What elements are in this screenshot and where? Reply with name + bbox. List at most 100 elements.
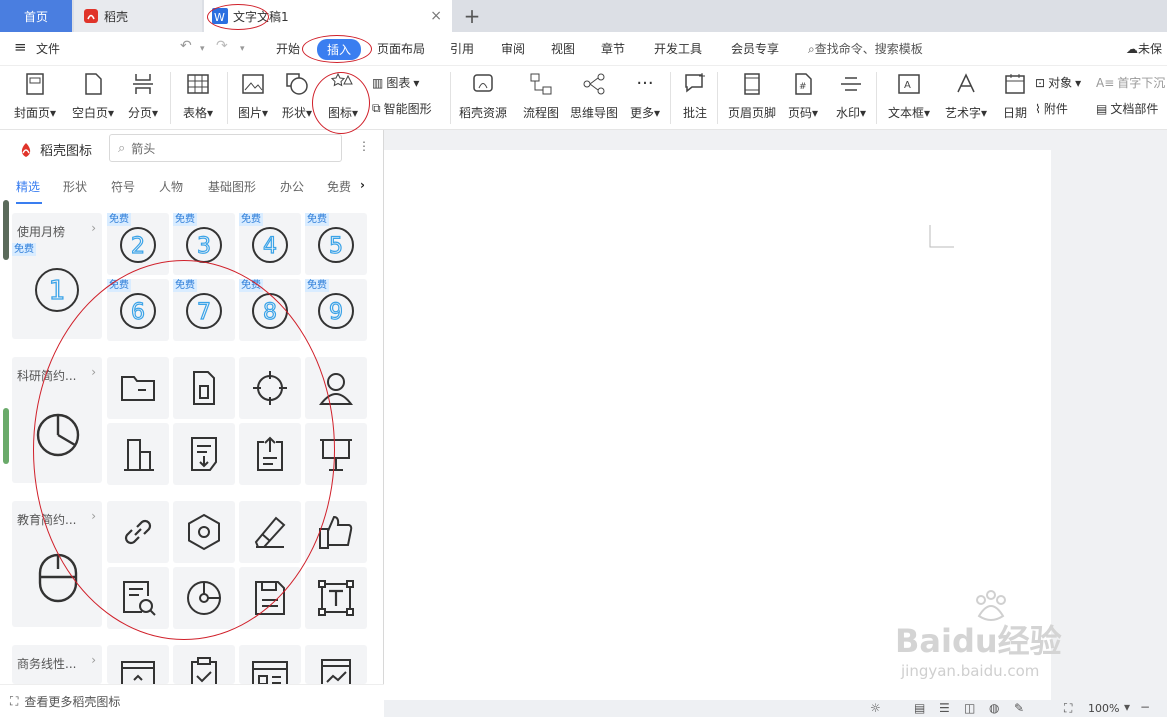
icon-cell[interactable] (107, 357, 169, 419)
zoom-dropdown-icon[interactable]: ▾ (1124, 700, 1130, 714)
menu-insert[interactable]: 插入 (317, 39, 362, 60)
page-number-button[interactable]: # 页码▾ (778, 70, 828, 121)
icon-cell[interactable] (305, 645, 367, 684)
panel-footer[interactable]: ⛶ 查看更多稻壳图标 (0, 684, 384, 717)
icon-cell[interactable] (107, 423, 169, 485)
category-tab-office[interactable]: 办公 (280, 178, 304, 195)
more-button[interactable]: ··· 更多▾ (620, 70, 670, 121)
mindmap-button[interactable]: 思维导图 (567, 70, 621, 121)
page-break-button[interactable]: 分页▾ (118, 70, 168, 121)
menu-home[interactable]: 开始 (276, 40, 300, 57)
icon-cell[interactable] (107, 567, 169, 629)
group-monthly-top[interactable]: 使用月榜 › 免费 1 (12, 213, 102, 339)
category-tab-featured[interactable]: 精选 (16, 178, 40, 195)
icon-button[interactable]: 图标▾ (318, 70, 368, 121)
table-button[interactable]: 表格▾ (173, 70, 223, 121)
undo-dropdown-icon[interactable]: ▾ (200, 44, 205, 54)
command-search[interactable]: ⌕查找命令、搜索模板 (808, 40, 923, 57)
icon-cell[interactable] (305, 501, 367, 563)
menu-review[interactable]: 审阅 (501, 40, 525, 57)
menu-page-layout[interactable]: 页面布局 (377, 40, 425, 57)
textbox-button[interactable]: A 文本框▾ (884, 70, 934, 121)
icon-cell[interactable] (107, 645, 169, 684)
page-view-icon[interactable]: ▤ (914, 701, 925, 715)
category-tab-symbol[interactable]: 符号 (111, 178, 135, 195)
icon-cell[interactable] (305, 567, 367, 629)
tab-home[interactable]: 首页 (0, 0, 72, 32)
watermark-button[interactable]: 水印▾ (826, 70, 876, 121)
menu-member[interactable]: 会员专享 (731, 40, 779, 57)
category-tab-people[interactable]: 人物 (159, 178, 183, 195)
fit-width-icon[interactable]: ⛶ (1064, 701, 1072, 716)
icon-cell[interactable] (173, 423, 235, 485)
more-icons-link[interactable]: 查看更多稻壳图标 (24, 693, 120, 710)
date-button[interactable]: 日期 (990, 70, 1040, 121)
category-tab-basic-shapes[interactable]: 基础图形 (208, 178, 256, 195)
icon-cell[interactable] (173, 501, 235, 563)
number-icon-cell[interactable]: 免费 5 (305, 213, 367, 275)
panel-more-icon[interactable]: ⋮ (358, 139, 370, 153)
category-scroll-right-icon[interactable]: › (360, 178, 365, 192)
cloud-account[interactable]: ☁未保 (1126, 40, 1162, 57)
category-tab-free[interactable]: 免费 (327, 178, 351, 195)
object-button[interactable]: ⊡ 对象 ▾ (1035, 74, 1081, 91)
icon-cell[interactable] (239, 501, 301, 563)
quick-access-dropdown-icon[interactable]: ▾ (240, 44, 245, 54)
attachment-button[interactable]: ⌇ 附件 (1035, 100, 1068, 117)
icon-cell[interactable] (173, 567, 235, 629)
number-icon-cell[interactable]: 免费 6 (107, 279, 169, 341)
blank-page-button[interactable]: 空白页▾ (68, 70, 118, 121)
menu-developer[interactable]: 开发工具 (654, 40, 702, 57)
icon-cell[interactable] (239, 357, 301, 419)
shape-button[interactable]: 形状▾ (272, 70, 322, 121)
icon-cell[interactable] (173, 645, 235, 684)
icon-cell[interactable] (173, 357, 235, 419)
number-icon-cell[interactable]: 免费 8 (239, 279, 301, 341)
number-icon-cell[interactable]: 免费 2 (107, 213, 169, 275)
hamburger-icon[interactable]: ≡ (14, 38, 27, 56)
menu-view[interactable]: 视图 (551, 40, 575, 57)
number-icon-cell[interactable]: 免费 9 (305, 279, 367, 341)
focus-mode-icon[interactable]: ☼ (870, 701, 881, 715)
menu-file[interactable]: 文件 (36, 40, 60, 57)
menu-references[interactable]: 引用 (450, 40, 474, 57)
daoke-resources-button[interactable]: 稻壳资源 (457, 70, 509, 121)
picture-button[interactable]: 图片▾ (228, 70, 278, 121)
smart-art-button[interactable]: ⧉ 智能图形 (372, 100, 432, 117)
panel-scrollbar-thumb[interactable] (3, 408, 9, 464)
icon-search-input[interactable]: ⌕ 箭头 (109, 134, 342, 162)
category-tab-shape[interactable]: 形状 (63, 178, 87, 195)
close-tab-icon[interactable]: × (430, 8, 442, 24)
drop-cap-button[interactable]: A≡ 首字下沉 (1096, 74, 1165, 91)
tab-document[interactable]: W 文字文稿1 × (204, 0, 452, 32)
icon-cell[interactable] (239, 645, 301, 684)
menu-section[interactable]: 章节 (601, 40, 625, 57)
panel-resize-handle[interactable] (3, 200, 9, 260)
write-view-icon[interactable]: ✎ (1014, 701, 1024, 715)
icon-cell[interactable] (239, 423, 301, 485)
wordart-button[interactable]: 艺术字▾ (941, 70, 991, 121)
tab-daoke[interactable]: 稻壳 (74, 0, 202, 32)
group-education-simple[interactable]: 教育简约... › (12, 501, 102, 627)
reading-view-icon[interactable]: ◫ (964, 701, 975, 715)
flowchart-button[interactable]: 流程图 (516, 70, 566, 121)
number-icon-cell[interactable]: 免费 7 (173, 279, 235, 341)
zoom-level[interactable]: 100% (1088, 702, 1119, 715)
group-research-simple[interactable]: 科研简约... › (12, 357, 102, 483)
icon-cell[interactable] (305, 423, 367, 485)
web-view-icon[interactable]: ◍ (989, 701, 999, 715)
new-tab-button[interactable]: + (460, 0, 484, 32)
document-parts-button[interactable]: ▤ 文档部件 (1096, 100, 1158, 117)
undo-icon[interactable]: ↶ (180, 38, 192, 54)
cover-page-button[interactable]: 封面页▾ (10, 70, 60, 121)
icon-cell[interactable] (239, 567, 301, 629)
redo-icon[interactable]: ↷ (216, 38, 228, 54)
number-icon-cell[interactable]: 免费 4 (239, 213, 301, 275)
header-footer-button[interactable]: 页眉页脚 (724, 70, 780, 121)
group-business-linear[interactable]: 商务线性... › (12, 645, 102, 684)
comment-button[interactable]: 批注 (670, 70, 720, 121)
icon-cell[interactable] (305, 357, 367, 419)
chart-button[interactable]: ▥ 图表 ▾ (372, 74, 419, 91)
zoom-out-icon[interactable]: − (1140, 700, 1150, 714)
number-icon-cell[interactable]: 免费 3 (173, 213, 235, 275)
